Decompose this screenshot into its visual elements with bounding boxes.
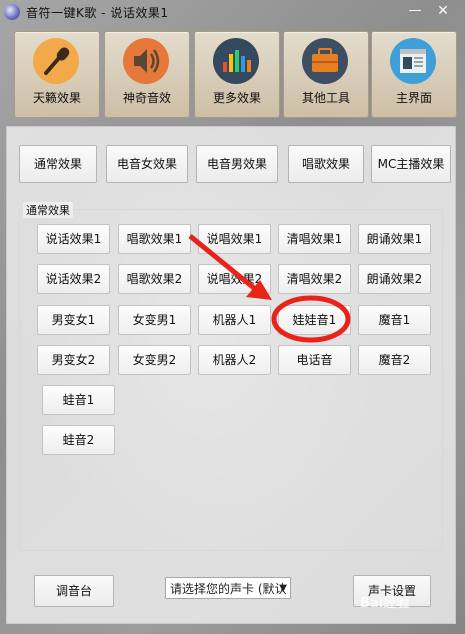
watermark: Bai经验 — [360, 596, 410, 611]
annotation-arrow-shaft — [188, 234, 256, 290]
highlight-circle — [271, 295, 351, 343]
annotation-overlay — [188, 234, 351, 343]
